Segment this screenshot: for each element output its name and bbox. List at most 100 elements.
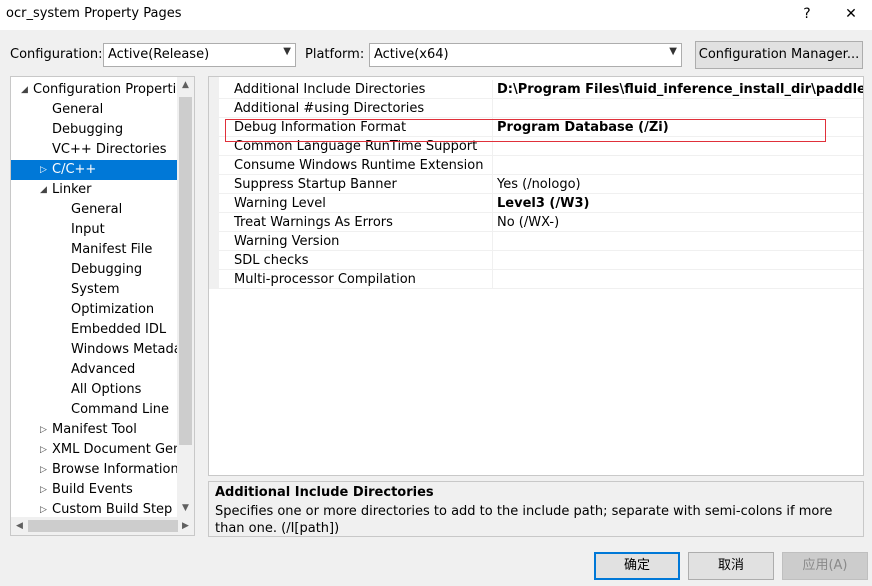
configuration-label: Configuration: [10,47,103,62]
collapse-icon[interactable]: ◢ [40,180,52,200]
tree-item-label: Manifest File [71,242,153,257]
title-bar: ocr_system Property Pages ? ✕ [0,0,872,30]
tree-item[interactable]: VC++ Directories [11,140,177,160]
tree-item[interactable]: Manifest File [11,240,177,260]
tree-item-label: XML Document Generator [52,442,177,457]
scroll-up-icon[interactable]: ▲ [177,77,194,94]
property-name: Multi-processor Compilation [234,272,416,287]
tree-item[interactable]: ▷ Build Events [11,480,177,500]
tree-item[interactable]: Windows Metadata [11,340,177,360]
property-name: Additional #using Directories [234,101,425,116]
property-value[interactable]: D:\Program Files\fluid_inference_install… [492,80,863,99]
configuration-dropdown[interactable]: Active(Release) ▼ [103,43,296,67]
tree-item-label: Optimization [71,302,155,317]
tree-item-label: Advanced [71,362,136,377]
tree-item[interactable]: General [11,200,177,220]
scroll-thumb[interactable] [179,97,192,445]
scroll-right-icon[interactable]: ▶ [177,517,194,535]
tree-item-label: Build Events [52,482,133,497]
tree-item[interactable]: Debugging [11,120,177,140]
expand-icon[interactable]: ▷ [40,440,52,460]
grid-gutter [209,77,219,289]
scroll-left-icon[interactable]: ◀ [11,517,28,535]
tree-item-label: Debugging [71,262,143,277]
highlight-box [225,119,826,142]
tree-item[interactable]: ▷ C/C++ [11,160,177,180]
property-name: Additional Include Directories [234,82,426,97]
tree-item-label: Windows Metadata [71,342,177,357]
property-name: Suppress Startup Banner [234,177,397,192]
tree-item[interactable]: Advanced [11,360,177,380]
help-button[interactable]: ? [792,3,822,25]
configuration-manager-button[interactable]: Configuration Manager... [695,41,863,69]
tree-item[interactable]: All Options [11,380,177,400]
platform-dropdown[interactable]: Active(x64) ▼ [369,43,682,67]
scroll-thumb[interactable] [28,520,178,532]
description-text: Specifies one or more directories to add… [215,504,833,536]
tree-item-label: C/C++ [52,162,97,177]
tree-item-label: VC++ Directories [52,142,167,157]
tree-item-label: General [71,202,123,217]
property-name: Treat Warnings As Errors [234,215,393,230]
tree-item-label: General [52,102,104,117]
property-row[interactable]: Additional #using Directories [219,99,863,118]
property-value[interactable] [492,156,863,175]
tree-item[interactable]: Input [11,220,177,240]
cancel-button[interactable]: 取消 [688,552,774,580]
tree-vertical-scrollbar[interactable]: ▲ ▼ [177,77,194,517]
tree-item-label: Custom Build Step [52,502,173,517]
expand-icon[interactable]: ▷ [40,160,52,180]
property-row[interactable]: Suppress Startup Banner Yes (/nologo) [219,175,863,194]
property-value[interactable]: Yes (/nologo) [492,175,863,194]
tree-item-label: System [71,282,120,297]
property-row[interactable]: Additional Include Directories D:\Program… [219,80,863,99]
tree-item[interactable]: Debugging [11,260,177,280]
property-name: Warning Level [234,196,326,211]
property-row[interactable]: Warning Level Level3 (/W3) [219,194,863,213]
expand-icon[interactable]: ▷ [40,480,52,500]
property-row[interactable]: Consume Windows Runtime Extension [219,156,863,175]
apply-button[interactable]: 应用(A) [782,552,868,580]
platform-label: Platform: [305,47,365,62]
tree-horizontal-scrollbar[interactable]: ◀ ▶ [11,517,194,535]
tree-item[interactable]: General [11,100,177,120]
property-name: Warning Version [234,234,340,249]
tree-item[interactable]: Optimization [11,300,177,320]
configuration-value: Active(Release) [108,47,210,62]
tree-item-label: Embedded IDL [71,322,167,337]
collapse-icon[interactable]: ◢ [21,80,33,100]
property-row[interactable]: Warning Version [219,232,863,251]
property-row[interactable]: SDL checks [219,251,863,270]
tree-item[interactable]: Command Line [11,400,177,420]
tree-item[interactable]: ◢ Linker [11,180,177,200]
window-title: ocr_system Property Pages [6,6,182,21]
tree-item[interactable]: Embedded IDL [11,320,177,340]
ok-button[interactable]: 确定 [594,552,680,580]
tree-item[interactable]: ▷ Manifest Tool [11,420,177,440]
expand-icon[interactable]: ▷ [40,460,52,480]
property-value[interactable]: No (/WX-) [492,213,863,232]
tree-item-label: All Options [71,382,142,397]
tree-item[interactable]: System [11,280,177,300]
description-title: Additional Include Directories [215,485,434,500]
property-row[interactable]: Treat Warnings As Errors No (/WX-) [219,213,863,232]
property-name: SDL checks [234,253,309,268]
tree-item-label: Input [71,222,105,237]
property-tree[interactable]: ◢ Configuration Properties General Debuggin… [10,76,195,536]
property-value[interactable]: Level3 (/W3) [492,194,863,213]
scroll-down-icon[interactable]: ▼ [177,500,194,517]
tree-item[interactable]: ◢ Configuration Properties [11,80,177,100]
tree-item[interactable]: ▷ Browse Information [11,460,177,480]
property-value[interactable] [492,251,863,270]
tree-item[interactable]: ▷XML Document Generator [11,440,177,460]
property-value[interactable] [492,232,863,251]
chevron-down-icon: ▼ [283,46,291,57]
property-value[interactable] [492,99,863,118]
property-row[interactable]: Multi-processor Compilation [219,270,863,289]
property-value[interactable] [492,270,863,289]
tree-item-label: Configuration Properties [33,82,177,97]
close-button[interactable]: ✕ [836,3,866,25]
description-panel: Additional Include Directories Specifies… [208,481,864,537]
expand-icon[interactable]: ▷ [40,420,52,440]
property-name: Consume Windows Runtime Extension [234,158,484,173]
